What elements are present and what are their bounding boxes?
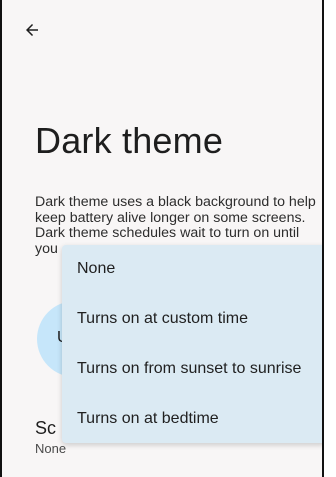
- schedule-value: None: [35, 441, 67, 456]
- menu-item-label: Turns on at bedtime: [77, 410, 219, 427]
- page-title: Dark theme: [35, 120, 224, 161]
- dark-theme-screen: Dark theme Dark theme uses a black backg…: [0, 0, 324, 477]
- menu-item-none[interactable]: None: [62, 245, 322, 293]
- menu-item-label: Turns on at custom time: [77, 310, 249, 327]
- menu-item-sunset-to-sunrise[interactable]: Turns on from sunset to sunrise: [62, 345, 322, 393]
- menu-item-label: Turns on from sunset to sunrise: [77, 360, 302, 377]
- back-button[interactable]: [16, 14, 48, 46]
- menu-item-label: None: [77, 260, 116, 277]
- arrow-back-icon: [26, 24, 38, 36]
- schedule-dropdown-menu: None Turns on at custom time Turns on fr…: [62, 245, 322, 443]
- menu-item-bedtime[interactable]: Turns on at bedtime: [62, 395, 322, 443]
- menu-item-custom-time[interactable]: Turns on at custom time: [62, 295, 322, 343]
